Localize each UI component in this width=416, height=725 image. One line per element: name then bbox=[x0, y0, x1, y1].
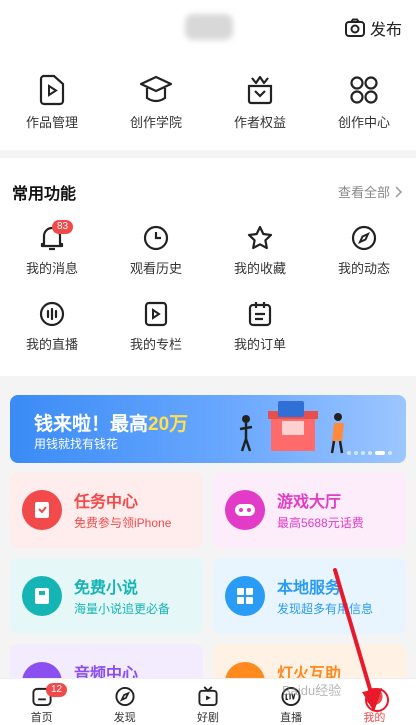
see-all-link[interactable]: 查看全部 bbox=[338, 182, 402, 201]
banner-title-highlight: 20万 bbox=[148, 414, 189, 435]
home-badge: 12 bbox=[46, 683, 68, 697]
book-icon bbox=[22, 576, 62, 616]
star-icon bbox=[247, 225, 273, 250]
section-title: 常用功能 bbox=[12, 186, 77, 203]
card-title: 游戏大厅 bbox=[277, 494, 342, 511]
func-item-column[interactable]: 我的专栏 bbox=[104, 300, 208, 353]
card-task-center[interactable]: 任务中心 免费参与领iPhone bbox=[10, 472, 203, 548]
banner-title: 钱来啦！最高20万 bbox=[34, 409, 188, 436]
tab-label: 首页 bbox=[30, 712, 53, 724]
creator-item-center[interactable]: 创作中心 bbox=[312, 74, 416, 131]
message-badge: 83 bbox=[52, 220, 74, 234]
tab-discover[interactable]: 发现 bbox=[83, 679, 166, 725]
banner-subtitle: 用钱就找有钱花 bbox=[34, 437, 119, 451]
camera-icon bbox=[344, 18, 365, 37]
creator-item-academy[interactable]: 创作学院 bbox=[104, 74, 208, 131]
func-item-live[interactable]: 我的直播 bbox=[0, 300, 104, 353]
graduation-cap-icon bbox=[139, 75, 173, 103]
card-free-novel[interactable]: 免费小说 海量小说追更必备 bbox=[10, 558, 203, 634]
live-wave-icon bbox=[39, 301, 65, 327]
profile-icon bbox=[365, 687, 383, 706]
card-subtitle: 免费参与领iPhone bbox=[74, 516, 172, 530]
tab-home[interactable]: 12 首页 bbox=[0, 679, 83, 725]
card-subtitle: 海量小说追更必备 bbox=[74, 602, 171, 616]
crown-gift-icon bbox=[247, 75, 273, 105]
clock-icon bbox=[143, 225, 169, 251]
publish-label: 发布 bbox=[369, 22, 402, 39]
grid-icon bbox=[350, 76, 378, 104]
service-grid-icon bbox=[225, 576, 265, 616]
card-audio-center[interactable]: 音频中心 bbox=[10, 644, 203, 702]
banner-pagination bbox=[347, 451, 392, 455]
common-functions-section: 常用功能 查看全部 83 我的消息 观看历史 我的收藏 我的动态 我的直播 我的… bbox=[0, 158, 416, 376]
tab-label: 我的 bbox=[363, 712, 386, 724]
play-doc-icon bbox=[144, 301, 168, 327]
see-all-label: 查看全部 bbox=[337, 185, 390, 200]
creator-item-rights[interactable]: 作者权益 bbox=[208, 74, 312, 131]
func-item-label: 我的专栏 bbox=[129, 337, 182, 352]
func-item-orders[interactable]: 我的订单 bbox=[208, 300, 312, 353]
bottom-tab-bar: 12 首页 发现 好剧 直播 我的 bbox=[0, 678, 416, 725]
func-item-label: 我的订单 bbox=[233, 337, 286, 352]
gamepad-icon bbox=[225, 490, 265, 530]
tab-label: 直播 bbox=[280, 712, 303, 724]
blurred-username bbox=[185, 14, 233, 40]
card-title: 任务中心 bbox=[74, 494, 139, 511]
creator-item-label: 作品管理 bbox=[25, 115, 78, 130]
publish-button[interactable]: 发布 bbox=[344, 16, 402, 40]
creator-item-works[interactable]: 作品管理 bbox=[0, 74, 104, 131]
card-subtitle: 最高5688元话费 bbox=[277, 516, 364, 530]
banner-illustration bbox=[239, 401, 344, 454]
tv-icon bbox=[198, 686, 218, 707]
watermark-text: Baidu经验 bbox=[282, 683, 342, 698]
tab-profile[interactable]: 我的 bbox=[333, 679, 416, 725]
func-item-label: 我的直播 bbox=[25, 337, 78, 352]
promo-banner[interactable]: 钱来啦！最高20万 用钱就找有钱花 bbox=[10, 395, 406, 463]
card-subtitle: 发现超多有用信息 bbox=[277, 602, 374, 616]
tab-label: 好剧 bbox=[196, 712, 219, 724]
compass-icon bbox=[115, 686, 135, 707]
tab-label: 发现 bbox=[113, 712, 136, 724]
tab-drama[interactable]: 好剧 bbox=[166, 679, 249, 725]
func-item-history[interactable]: 观看历史 bbox=[104, 224, 208, 277]
func-item-favorites[interactable]: 我的收藏 bbox=[208, 224, 312, 277]
banner-title-prefix: 钱来啦！最高 bbox=[34, 414, 149, 435]
video-doc-icon bbox=[39, 74, 65, 106]
chevron-right-icon bbox=[395, 185, 402, 198]
func-item-label: 我的收藏 bbox=[233, 261, 286, 276]
creator-item-label: 作者权益 bbox=[233, 115, 286, 130]
order-icon bbox=[248, 302, 272, 327]
card-local-service[interactable]: 本地服务 发现超多有用信息 bbox=[213, 558, 406, 634]
compass-icon bbox=[351, 225, 377, 251]
card-mutual-aid[interactable]: 灯火互助 bbox=[213, 644, 406, 702]
task-icon bbox=[22, 490, 62, 530]
creator-section: 发布 作品管理 创作学院 作者权益 创作中心 bbox=[0, 0, 416, 150]
func-item-activity[interactable]: 我的动态 bbox=[312, 224, 416, 277]
func-item-label: 我的消息 bbox=[25, 261, 78, 276]
func-item-label: 观看历史 bbox=[129, 261, 182, 276]
creator-item-label: 创作中心 bbox=[337, 115, 390, 130]
card-title: 免费小说 bbox=[74, 580, 139, 597]
func-item-label: 我的动态 bbox=[337, 261, 390, 276]
func-item-messages[interactable]: 83 我的消息 bbox=[0, 220, 104, 277]
card-title: 本地服务 bbox=[277, 580, 342, 597]
creator-item-label: 创作学院 bbox=[129, 115, 182, 130]
card-game-hall[interactable]: 游戏大厅 最高5688元话费 bbox=[213, 472, 406, 548]
